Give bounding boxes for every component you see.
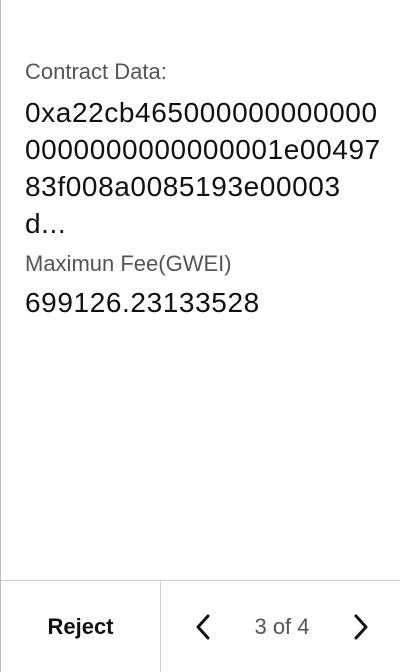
page-indicator: 3 of 4 (254, 613, 310, 639)
chevron-right-icon[interactable] (349, 612, 373, 642)
contract-data-label: Contract Data: (25, 59, 167, 84)
reject-button[interactable]: Reject (1, 581, 161, 672)
contract-data-value: 0xa22cb4650000000000000000000000000001e0… (25, 97, 381, 239)
details-content: Contract Data: 0xa22cb465000000000000000… (25, 58, 381, 321)
action-footer: Reject 3 of 4 (1, 580, 400, 672)
max-fee-value: 699126.23133528 (25, 287, 260, 318)
pagination: 3 of 4 (161, 581, 400, 672)
max-fee-label: Maximun Fee(GWEI) (25, 251, 232, 276)
chevron-left-icon[interactable] (191, 612, 215, 642)
transaction-details-screen: Contract Data: 0xa22cb465000000000000000… (0, 0, 400, 672)
